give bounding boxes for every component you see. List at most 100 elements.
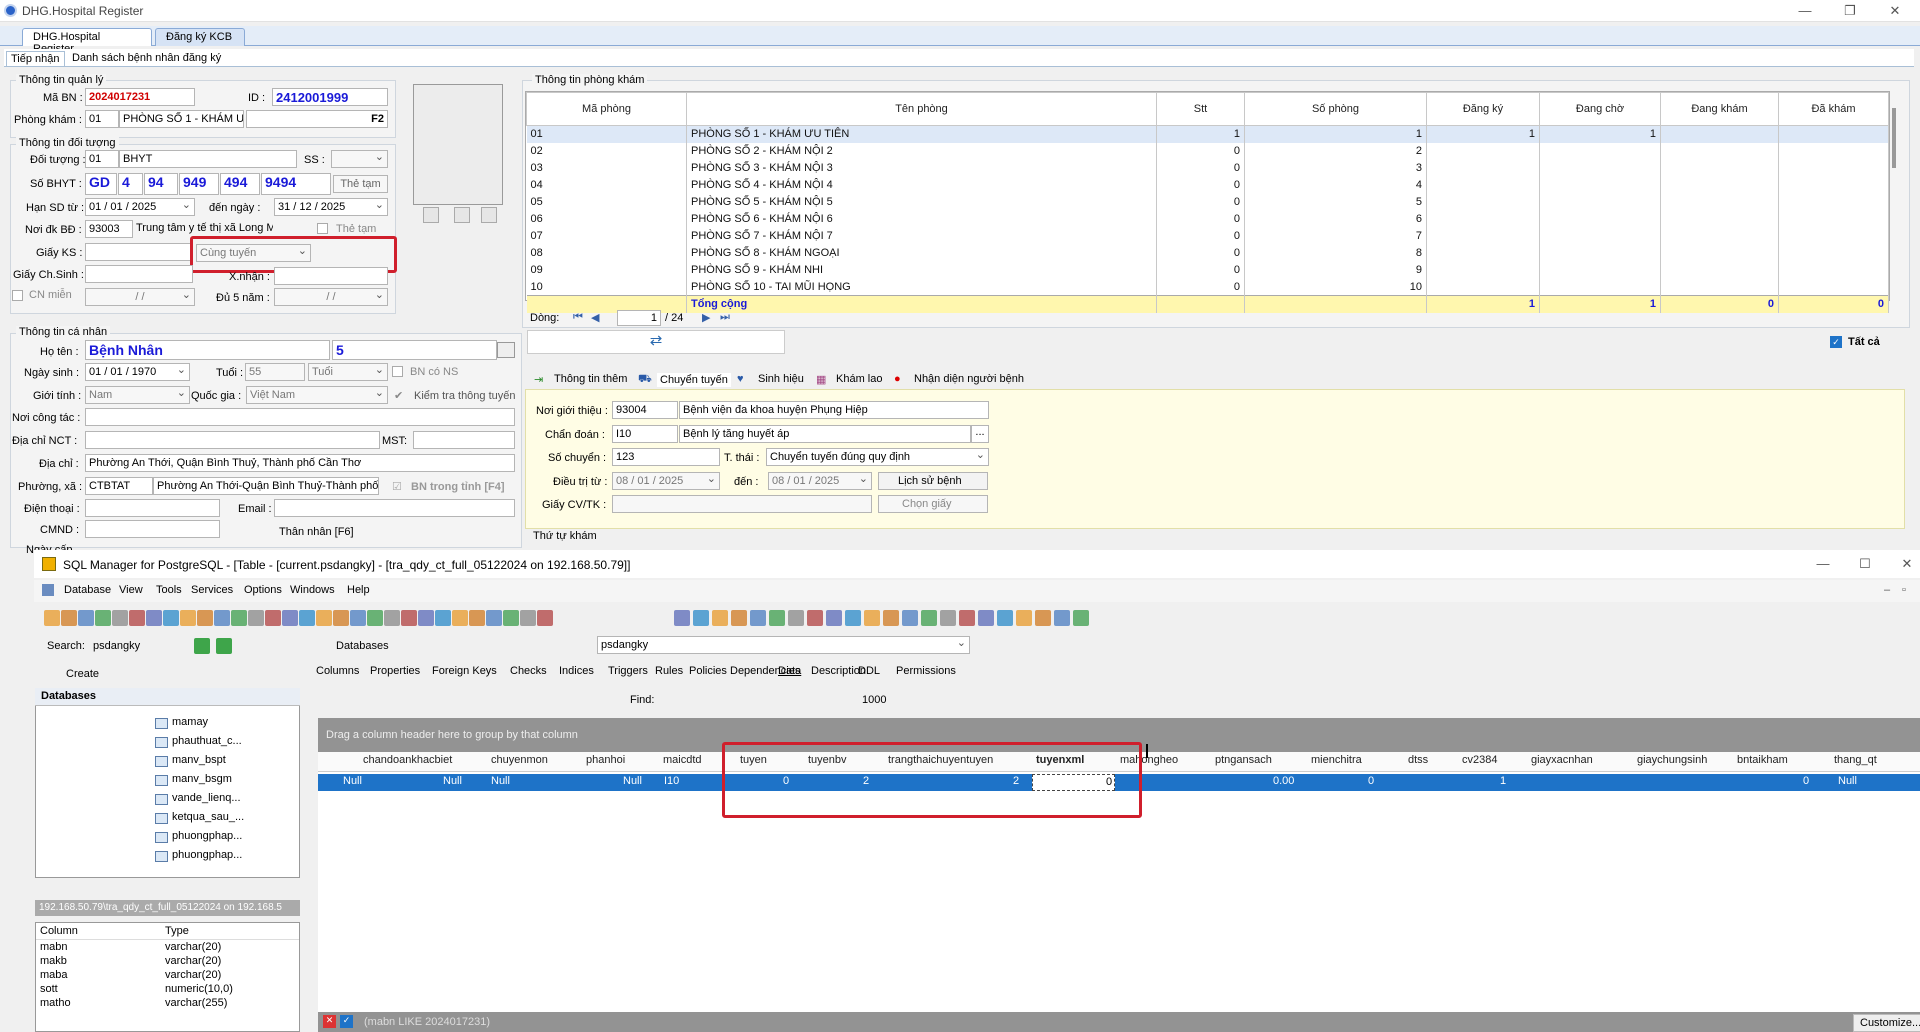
sql-tab[interactable]: Policies <box>689 665 727 677</box>
tuoi-field[interactable]: 55 <box>245 363 305 381</box>
tree-item[interactable]: manv_bspt <box>172 754 226 766</box>
id-field[interactable]: 2412001999 <box>272 88 388 106</box>
ho-ten-field[interactable]: Bệnh Nhân <box>85 340 330 360</box>
grid-column-header[interactable]: giaychungsinh <box>1637 754 1707 766</box>
toolbar-icon[interactable] <box>95 610 111 626</box>
cmnd-field[interactable] <box>85 520 220 538</box>
clinic-row[interactable]: 07 PHÒNG SỐ 7 - KHÁM NỘI 707 <box>526 227 1889 245</box>
minimize-button[interactable]: — <box>1790 2 1820 20</box>
maximize-button[interactable]: ❐ <box>1835 2 1865 20</box>
clinic-row[interactable]: 06 PHÒNG SỐ 6 - KHÁM NỘI 606 <box>526 210 1889 228</box>
customize-button[interactable]: Customize... <box>1853 1014 1920 1032</box>
toolbar-icon[interactable] <box>1016 610 1032 626</box>
dieu-tri-to[interactable]: 08 / 01 / 2025 <box>768 472 872 490</box>
sql-minimize-button[interactable]: — <box>1808 555 1838 573</box>
phuong-name[interactable]: Phường An Thới-Quận Bình Thuỷ-Thành phố … <box>153 477 379 495</box>
toolbar-icon[interactable] <box>384 610 400 626</box>
grid-column-header[interactable]: chandoankhacbiet <box>363 754 452 766</box>
menu-database[interactable]: Database <box>64 584 111 596</box>
tab-danh-sach[interactable]: Danh sách bệnh nhân đăng ký <box>68 51 225 65</box>
toolbar-icon[interactable] <box>1035 610 1051 626</box>
grid-column-header[interactable]: chuyenmon <box>491 754 548 766</box>
limit-value[interactable]: 1000 <box>862 694 886 706</box>
column-row[interactable]: matho varchar(255) <box>36 996 299 1010</box>
giay-chsinh-field[interactable] <box>85 265 193 283</box>
toolbar-icon[interactable] <box>1054 610 1070 626</box>
mst-field[interactable] <box>413 431 515 449</box>
mdi-minimize-icon[interactable]: ‒ <box>1884 584 1890 596</box>
chon-giay-button[interactable]: Chọn giấy <box>878 495 988 513</box>
tat-ca-checkbox[interactable]: ✓ <box>1830 336 1842 348</box>
tree-item[interactable]: mamay <box>172 716 208 728</box>
clinic-row[interactable]: 04 PHÒNG SỐ 4 - KHÁM NỘI 404 <box>526 176 1889 194</box>
sql-tab[interactable]: Triggers <box>608 665 648 677</box>
search-prev-icon[interactable] <box>194 638 210 654</box>
toolbar-icon[interactable] <box>712 610 728 626</box>
scan-icon[interactable] <box>454 207 470 223</box>
toolbar-icon[interactable] <box>418 610 434 626</box>
ma-bn-field[interactable]: 2024017231 <box>85 88 195 106</box>
dia-chi-field[interactable]: Phường An Thới, Quận Bình Thuỷ, Thành ph… <box>85 454 515 472</box>
bn-co-ns-checkbox[interactable] <box>392 366 403 377</box>
tab-chuyen-tuyen[interactable]: Chuyển tuyến <box>657 373 731 387</box>
toolbar-icon[interactable] <box>537 610 553 626</box>
menu-services[interactable]: Services <box>191 584 233 596</box>
col-ma-phong[interactable]: Mã phòng <box>526 92 687 126</box>
bhyt-part-2[interactable]: 4 <box>118 173 143 195</box>
mdi-restore-icon[interactable]: ▫ <box>1902 584 1906 596</box>
grid-cell[interactable]: Null <box>1835 774 1860 791</box>
chan-doan-browse-button[interactable]: ... <box>971 425 989 443</box>
toolbar-icon[interactable] <box>367 610 383 626</box>
toolbar-icon[interactable] <box>44 610 60 626</box>
tree-item[interactable]: phuongphap... <box>172 830 242 842</box>
clinic-row[interactable]: 02 PHÒNG SỐ 2 - KHÁM NỘI 202 <box>526 142 1889 160</box>
grid-cell[interactable]: 0.00 <box>1270 774 1297 791</box>
toolbar-icon[interactable] <box>452 610 468 626</box>
phong-kham-name[interactable]: PHÒNG SỐ 1 - KHÁM ƯU <box>119 110 244 128</box>
refresh-button[interactable]: ⇄ <box>527 330 785 354</box>
dia-chi-nct-field[interactable] <box>85 431 380 449</box>
the-tam-checkbox[interactable] <box>317 223 328 234</box>
toolbar-icon[interactable] <box>520 610 536 626</box>
bhyt-part-3[interactable]: 94 <box>144 173 178 195</box>
toolbar-icon[interactable] <box>61 610 77 626</box>
db-select[interactable]: psdangky <box>597 636 970 654</box>
tab-kham-lao[interactable]: Khám lao <box>836 373 882 385</box>
toolbar-icon[interactable] <box>940 610 956 626</box>
toolbar-icon[interactable] <box>146 610 162 626</box>
menu-windows[interactable]: Windows <box>290 584 335 596</box>
toolbar-icon[interactable] <box>1073 610 1089 626</box>
phong-kham-f2-field[interactable]: F2 <box>246 110 388 128</box>
tab-thong-tin-them[interactable]: Thông tin thêm <box>554 373 627 385</box>
toolbar-icon[interactable] <box>674 610 690 626</box>
toolbar-icon[interactable] <box>214 610 230 626</box>
grid-column-header[interactable]: thang_qt <box>1834 754 1877 766</box>
kiem-tra-label[interactable]: Kiểm tra thông tuyến <box>414 390 516 402</box>
the-tam-button[interactable]: Thẻ tạm <box>333 175 388 193</box>
dien-thoai-field[interactable] <box>85 499 220 517</box>
grid-cell[interactable]: I10 <box>661 774 682 791</box>
filter-enable-checkbox[interactable]: ✓ <box>340 1015 353 1028</box>
toolbar-icon[interactable] <box>299 610 315 626</box>
bhyt-part-6[interactable]: 9494 <box>261 173 331 195</box>
doi-tuong-name[interactable]: BHYT <box>119 150 297 168</box>
chan-doan-name[interactable]: Bệnh lý tăng huyết áp <box>679 425 971 443</box>
toolbar-icon[interactable] <box>997 610 1013 626</box>
grid-column-header[interactable]: mienchitra <box>1311 754 1362 766</box>
sql-tab[interactable]: Foreign Keys <box>432 665 497 677</box>
bn-trong-tinh-check-icon[interactable]: ☑ <box>392 480 402 493</box>
han-sd-from[interactable]: 01 / 01 / 2025 <box>85 198 195 216</box>
toolbar-icon[interactable] <box>921 610 937 626</box>
phong-kham-code[interactable]: 01 <box>85 110 119 128</box>
search-value[interactable]: psdangky <box>93 640 140 652</box>
create-button[interactable]: Create <box>66 668 99 680</box>
keyboard-icon[interactable] <box>497 342 515 358</box>
tree-item[interactable]: phuongphap... <box>172 849 242 861</box>
grid-column-header[interactable]: dtss <box>1408 754 1428 766</box>
xnhan-field[interactable] <box>274 267 388 285</box>
tree-item[interactable]: manv_bsgm <box>172 773 232 785</box>
sql-tab[interactable]: Rules <box>655 665 683 677</box>
toolbar-icon[interactable] <box>731 610 747 626</box>
toolbar-icon[interactable] <box>435 610 451 626</box>
grid-cell[interactable]: Null <box>440 774 465 791</box>
